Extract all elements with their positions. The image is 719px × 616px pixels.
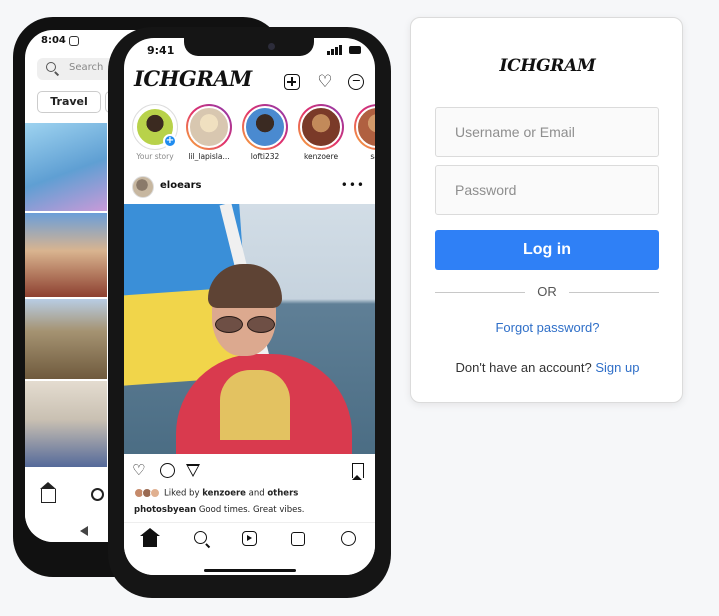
post-photo [124, 204, 375, 454]
home-icon [140, 528, 160, 547]
post-caption: photosbyean Good times. Great vibes. [134, 505, 305, 515]
profile-icon [341, 531, 356, 546]
search-icon [91, 488, 104, 501]
username-input[interactable] [435, 107, 659, 157]
forgot-password-link[interactable]: Forgot password? [411, 320, 684, 335]
back-triangle-icon [80, 526, 88, 536]
app-logo: ICHGRAM [499, 56, 596, 76]
status-icons [327, 45, 361, 55]
search-icon [46, 62, 56, 72]
story-item: lil_lapisla... [186, 104, 232, 161]
story-label: lil_lapisla... [188, 152, 230, 161]
home-indicator [204, 569, 296, 572]
post-actions: ♡ [124, 458, 375, 484]
share-icon [186, 464, 200, 477]
story-label: kenzoere [303, 152, 339, 161]
story-item: sap [354, 104, 375, 161]
login-card: ICHGRAM Log in OR Forgot password? Don't… [410, 17, 683, 403]
post-header: eloears ••• [124, 172, 375, 202]
no-account-text: Don't have an account? [455, 360, 592, 375]
explore-tile-image [25, 381, 107, 467]
explore-search-placeholder: Search [69, 62, 104, 73]
liked-by-line: Liked by kenzoere and others [134, 488, 298, 499]
comment-icon [160, 463, 175, 478]
app-wordmark: ICHGRAM [134, 66, 252, 91]
search-icon [194, 531, 207, 544]
signup-link[interactable]: Sign up [595, 360, 639, 375]
story-label: sap [370, 152, 375, 161]
reels-icon [242, 531, 257, 546]
story-label: lofti232 [250, 152, 280, 161]
bookmark-icon [352, 463, 364, 480]
story-label: Your story [136, 152, 174, 161]
like-icon: ♡ [132, 461, 146, 479]
or-divider: OR [435, 284, 659, 300]
divider-line [569, 292, 659, 293]
explore-tile-image [25, 299, 107, 379]
avatar [132, 176, 154, 198]
story-item: + Your story [132, 104, 178, 161]
add-story-icon: + [163, 134, 177, 148]
shop-icon [291, 532, 305, 546]
status-time: 9:41 [147, 44, 175, 57]
bottom-nav [124, 522, 375, 575]
phone-notch [184, 38, 314, 56]
explore-tile-image [25, 213, 107, 297]
password-input[interactable] [435, 165, 659, 215]
story-item: kenzoere [298, 104, 344, 161]
messenger-icon [348, 74, 364, 90]
front-phone-screen: 9:41 ICHGRAM ♡ + Your story lil_lapisla.… [124, 38, 375, 575]
new-post-icon [284, 74, 300, 90]
story-item: lofti232 [242, 104, 288, 161]
travel-chip: Travel [37, 91, 101, 113]
login-button[interactable]: Log in [435, 230, 659, 270]
signup-prompt: Don't have an account? Sign up [411, 360, 684, 375]
back-status-time: 8:04 [41, 35, 66, 46]
heart-icon: ♡ [317, 72, 333, 92]
instagram-icon [69, 36, 79, 46]
battery-icon [349, 46, 361, 54]
home-icon [40, 482, 56, 503]
explore-tile-image [25, 123, 107, 211]
more-options-icon: ••• [340, 178, 365, 192]
post-username: eloears [160, 180, 202, 191]
liker-avatars [134, 488, 160, 498]
